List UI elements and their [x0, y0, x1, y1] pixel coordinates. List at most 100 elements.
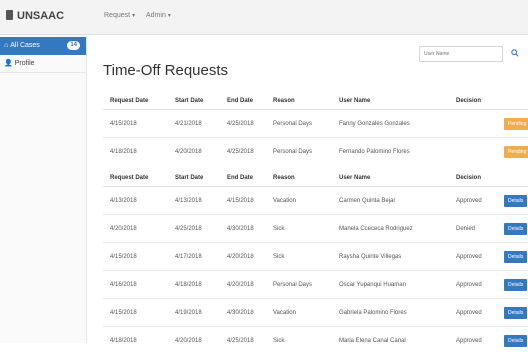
reason: Vacation [266, 299, 332, 327]
end-date: 4/25/2018 [220, 110, 266, 138]
past-requests-table: Request Date Start Date End Date Reason … [103, 170, 528, 354]
sidebar-item-profile[interactable]: 👤Profile [0, 55, 86, 73]
col-end-date: End Date [220, 93, 266, 110]
request-date: 4/18/2018 [103, 138, 168, 166]
table-row: 4/15/2018 4/17/2018 4/20/2018 Sick Raysh… [103, 243, 528, 271]
decision: Approved [449, 243, 497, 271]
search-icon[interactable] [511, 49, 519, 57]
end-date: 4/25/2018 [220, 138, 266, 166]
sidebar-item-label: All Cases [10, 42, 40, 49]
table-row: 4/13/2018 4/13/2018 4/15/2018 Vacation C… [103, 187, 528, 215]
menu-request-label: Request [104, 12, 130, 19]
request-date: 4/15/2018 [103, 110, 168, 138]
end-date: 4/30/2018 [220, 299, 266, 327]
user-name: Gabriela Palomino Flores [332, 299, 449, 327]
request-date: 4/20/2018 [103, 215, 168, 243]
user-name: Carmen Quinta Bejar [332, 187, 449, 215]
decision: Approved [449, 271, 497, 299]
search-input[interactable] [419, 46, 503, 62]
home-icon: ⌂ [4, 37, 8, 55]
decision [449, 110, 497, 138]
sidebar-item-label: Profile [15, 60, 35, 67]
decision [449, 138, 497, 166]
col-end-date: End Date [220, 170, 266, 187]
reason: Personal Days [266, 110, 332, 138]
user-name: Fanny Gonzales Gonzales [332, 110, 449, 138]
col-decision: Decision [449, 170, 497, 187]
decision: Approved [449, 187, 497, 215]
reason: Personal Days [266, 138, 332, 166]
menu-request[interactable]: Request▾ [104, 12, 135, 19]
user-name: Oscar Yupanqui Huaman [332, 271, 449, 299]
user-icon: 👤 [4, 55, 13, 73]
start-date: 4/13/2018 [168, 187, 220, 215]
details-button[interactable]: Details [504, 223, 527, 235]
col-user-name: User Name [332, 170, 449, 187]
details-button[interactable]: Details [504, 307, 527, 319]
col-action [497, 170, 528, 187]
end-date: 4/20/2018 [220, 271, 266, 299]
top-navbar: UNSAAC Request▾ Admin▾ [0, 0, 528, 35]
caret-down-icon: ▾ [132, 13, 135, 19]
request-date: 4/15/2018 [103, 299, 168, 327]
table-row: 4/18/2018 4/20/2018 4/25/2018 Personal D… [103, 138, 528, 166]
details-button[interactable]: Details [504, 279, 527, 291]
request-date: 4/13/2018 [103, 187, 168, 215]
reason: Sick [266, 327, 332, 354]
col-decision: Decision [449, 93, 497, 110]
user-name: Fernando Palomino Flores [332, 138, 449, 166]
request-date: 4/18/2018 [103, 327, 168, 354]
reason: Sick [266, 215, 332, 243]
start-date: 4/19/2018 [168, 299, 220, 327]
table-row: 4/16/2018 4/18/2018 4/20/2018 Personal D… [103, 271, 528, 299]
decision: Approved [449, 327, 497, 354]
details-button[interactable]: Details [504, 251, 527, 263]
table-header-row: Request Date Start Date End Date Reason … [103, 93, 528, 110]
start-date: 4/17/2018 [168, 243, 220, 271]
table-row: 4/18/2018 4/20/2018 4/25/2018 Sick Maria… [103, 327, 528, 354]
user-name: Manela Ccececa Rodriguez [332, 215, 449, 243]
col-start-date: Start Date [168, 93, 220, 110]
end-date: 4/25/2018 [220, 327, 266, 354]
request-date: 4/16/2018 [103, 271, 168, 299]
cases-count-badge: 14 [67, 41, 80, 50]
sidebar: ⌂All Cases 14 👤Profile [0, 35, 87, 343]
start-date: 4/20/2018 [168, 327, 220, 354]
pending-button[interactable]: Pending [504, 146, 528, 158]
caret-down-icon: ▾ [168, 13, 171, 19]
decision: Denied [449, 215, 497, 243]
reason: Personal Days [266, 271, 332, 299]
details-button[interactable]: Details [504, 195, 527, 207]
brand[interactable]: UNSAAC [6, 10, 64, 22]
col-request-date: Request Date [103, 170, 168, 187]
end-date: 4/20/2018 [220, 243, 266, 271]
col-action [497, 93, 528, 110]
decision: Approved [449, 299, 497, 327]
table-row: 4/20/2018 4/25/2018 4/30/2018 Sick Manel… [103, 215, 528, 243]
end-date: 4/15/2018 [220, 187, 266, 215]
menu-admin-label: Admin [146, 12, 166, 19]
request-date: 4/15/2018 [103, 243, 168, 271]
app-name: UNSAAC [17, 10, 64, 22]
pending-button[interactable]: Pending [504, 118, 528, 130]
menu-admin[interactable]: Admin▾ [146, 12, 171, 19]
user-name: Maria Elena Canal Canal [332, 327, 449, 354]
table-row: 4/15/2018 4/19/2018 4/30/2018 Vacation G… [103, 299, 528, 327]
document-icon [6, 10, 13, 20]
table-header-row: Request Date Start Date End Date Reason … [103, 170, 528, 187]
reason: Vacation [266, 187, 332, 215]
start-date: 4/25/2018 [168, 215, 220, 243]
table-row: 4/15/2018 4/21/2018 4/25/2018 Personal D… [103, 110, 528, 138]
sidebar-item-all-cases[interactable]: ⌂All Cases 14 [0, 37, 86, 55]
page-title: Time-Off Requests [103, 62, 228, 79]
start-date: 4/20/2018 [168, 138, 220, 166]
details-button[interactable]: Details [504, 335, 527, 347]
col-user-name: User Name [332, 93, 449, 110]
end-date: 4/30/2018 [220, 215, 266, 243]
start-date: 4/21/2018 [168, 110, 220, 138]
pending-requests-table: Request Date Start Date End Date Reason … [103, 93, 528, 165]
start-date: 4/18/2018 [168, 271, 220, 299]
col-start-date: Start Date [168, 170, 220, 187]
col-reason: Reason [266, 93, 332, 110]
user-name: Raysha Quinte Villegas [332, 243, 449, 271]
